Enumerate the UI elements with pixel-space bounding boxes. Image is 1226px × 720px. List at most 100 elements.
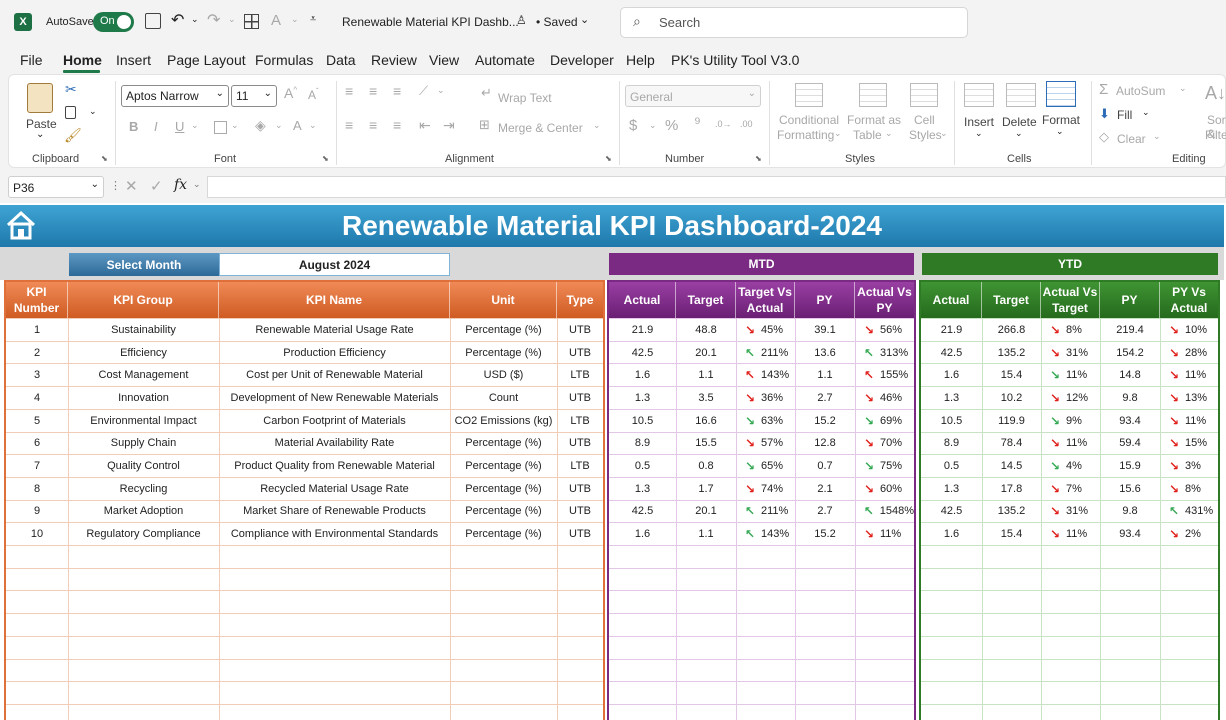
save-icon[interactable] (145, 13, 161, 29)
format-cells-icon[interactable] (1046, 81, 1076, 107)
worksheet[interactable]: Renewable Material KPI Dashboard-2024 Se… (0, 203, 1226, 720)
currency-dropdown-icon[interactable]: ⌄ (649, 120, 657, 131)
fill-button[interactable]: Fill (1117, 108, 1132, 122)
cell-styles-icon[interactable] (910, 83, 938, 107)
font-color-dropdown-icon[interactable]: ⌄ (309, 120, 317, 131)
autosum-button[interactable]: AutoSum (1116, 84, 1165, 98)
underline-dropdown-icon[interactable]: ⌄ (191, 120, 199, 131)
number-format-select[interactable]: General ⌄ (625, 85, 761, 107)
borders-icon[interactable] (214, 121, 227, 134)
format-painter-icon[interactable]: 🖌 (64, 127, 82, 144)
merge-center-icon[interactable]: ⊞ (479, 117, 490, 133)
undo-icon[interactable]: ↶ (171, 10, 184, 30)
search-box[interactable]: ⌕ Search (620, 7, 968, 38)
fill-color-dropdown-icon[interactable]: ⌄ (275, 120, 283, 131)
wrap-text-button[interactable]: Wrap Text (498, 91, 552, 105)
insert-cells-dropdown-icon[interactable]: ⌄ (975, 128, 983, 139)
tab-formulas[interactable]: Formulas (255, 52, 313, 68)
conditional-formatting-dropdown-icon[interactable]: ⌄ (834, 128, 842, 139)
conditional-formatting-icon[interactable] (795, 83, 823, 107)
merge-center-dropdown-icon[interactable]: ⌄ (593, 120, 601, 131)
document-title[interactable]: Renewable Material KPI Dashb... (342, 15, 519, 29)
tab-review[interactable]: Review (371, 52, 417, 68)
cell-styles-button[interactable]: Cell (914, 113, 935, 127)
redo-icon[interactable]: ↷ (207, 10, 220, 30)
tab-help[interactable]: Help (626, 52, 655, 68)
align-left-icon[interactable]: ≡ (345, 117, 353, 133)
insert-function-dropdown-icon[interactable]: ⌄ (193, 179, 201, 190)
tab-page-layout[interactable]: Page Layout (167, 52, 246, 68)
tab-home[interactable]: Home (63, 52, 102, 68)
tab-utility-tool[interactable]: PK's Utility Tool V3.0 (671, 52, 799, 68)
format-cells-dropdown-icon[interactable]: ⌄ (1056, 126, 1064, 137)
borders-icon[interactable] (244, 14, 259, 29)
percent-icon[interactable]: % (665, 117, 678, 134)
paste-dropdown-icon[interactable]: ⌄ (36, 129, 44, 140)
fill-icon[interactable]: ⬇ (1099, 106, 1110, 122)
enter-icon[interactable]: ✓ (150, 177, 163, 195)
cell-styles-dropdown-icon[interactable]: ⌄ (940, 128, 948, 139)
conditional-formatting-button[interactable]: Conditional (779, 113, 839, 127)
font-name-select[interactable]: Aptos Narrow ⌄ (121, 85, 229, 107)
share-people-icon[interactable]: ♙ (516, 13, 527, 27)
borders-dropdown-icon[interactable]: ⌄ (231, 120, 239, 131)
clear-dropdown-icon[interactable]: ⌄ (1153, 131, 1161, 142)
format-cells-button[interactable]: Format (1042, 113, 1080, 127)
align-top-icon[interactable]: ≡ (345, 83, 353, 99)
copy-icon[interactable] (65, 106, 76, 119)
month-select[interactable]: August 2024 (219, 253, 450, 276)
insert-cells-icon[interactable] (964, 83, 994, 107)
increase-decimal-icon[interactable]: .0→ (715, 119, 732, 129)
sort-filter-icon[interactable]: A↓ (1205, 83, 1226, 104)
align-center-icon[interactable]: ≡ (369, 117, 377, 133)
font-launcher-icon[interactable]: ⬊ (322, 154, 329, 163)
fill-color-icon[interactable]: ◈ (255, 117, 266, 134)
format-as-table-button[interactable]: Format as (847, 113, 901, 127)
delete-cells-icon[interactable] (1006, 83, 1036, 107)
insert-function-button[interactable]: fx (174, 177, 187, 193)
saved-dropdown-icon[interactable]: ⌄ (580, 13, 589, 26)
currency-icon[interactable]: $ (629, 117, 637, 134)
formula-input[interactable] (207, 176, 1226, 198)
undo-dropdown-icon[interactable]: ⌄ (191, 14, 199, 25)
customize-qat-icon[interactable]: ⩡ (310, 13, 316, 26)
paste-icon[interactable] (27, 83, 53, 113)
decrease-font-icon[interactable]: Aˇ (308, 87, 319, 102)
delete-cells-dropdown-icon[interactable]: ⌄ (1015, 128, 1023, 139)
cut-icon[interactable]: ✂ (65, 81, 77, 98)
fill-dropdown-icon[interactable]: ⌄ (1142, 107, 1150, 118)
bold-icon[interactable]: B (129, 119, 138, 134)
redo-dropdown-icon[interactable]: ⌄ (228, 14, 236, 25)
autosum-dropdown-icon[interactable]: ⌄ (1179, 83, 1187, 94)
orientation-icon[interactable]: ⟋ (419, 83, 428, 99)
cancel-icon[interactable]: ✕ (125, 177, 138, 195)
font-size-select[interactable]: 11 ⌄ (231, 85, 277, 107)
autosave-toggle[interactable]: On (93, 12, 134, 32)
saved-status[interactable]: • Saved (536, 15, 578, 29)
clear-icon[interactable]: ◇ (1099, 129, 1109, 145)
font-color-icon[interactable]: A (293, 118, 302, 133)
italic-icon[interactable]: I (154, 119, 158, 134)
name-box[interactable]: P36 ⌄ (8, 176, 104, 198)
align-bottom-icon[interactable]: ≡ (393, 83, 401, 99)
align-right-icon[interactable]: ≡ (393, 117, 401, 133)
home-icon[interactable] (5, 209, 37, 246)
decrease-indent-icon[interactable]: ⇤ (419, 117, 431, 134)
merge-center-button[interactable]: Merge & Center (498, 121, 583, 135)
tab-automate[interactable]: Automate (475, 52, 535, 68)
align-middle-icon[interactable]: ≡ (369, 83, 377, 99)
number-launcher-icon[interactable]: ⬊ (755, 154, 762, 163)
orientation-dropdown-icon[interactable]: ⌄ (437, 85, 445, 96)
format-as-table-dropdown-icon[interactable]: ⌄ (885, 128, 893, 139)
increase-font-icon[interactable]: A^ (284, 85, 297, 101)
tab-insert[interactable]: Insert (116, 52, 151, 68)
font-color-dropdown-icon[interactable]: ⌄ (291, 14, 299, 25)
copy-dropdown-icon[interactable]: ⌄ (89, 106, 97, 117)
decrease-decimal-icon[interactable]: .00 (740, 119, 753, 129)
tab-developer[interactable]: Developer (550, 52, 614, 68)
alignment-launcher-icon[interactable]: ⬊ (605, 154, 612, 163)
font-color-icon[interactable]: A (271, 12, 281, 29)
comma-icon[interactable]: ⁹ (694, 115, 701, 133)
tab-data[interactable]: Data (326, 52, 356, 68)
clipboard-launcher-icon[interactable]: ⬊ (101, 154, 108, 163)
